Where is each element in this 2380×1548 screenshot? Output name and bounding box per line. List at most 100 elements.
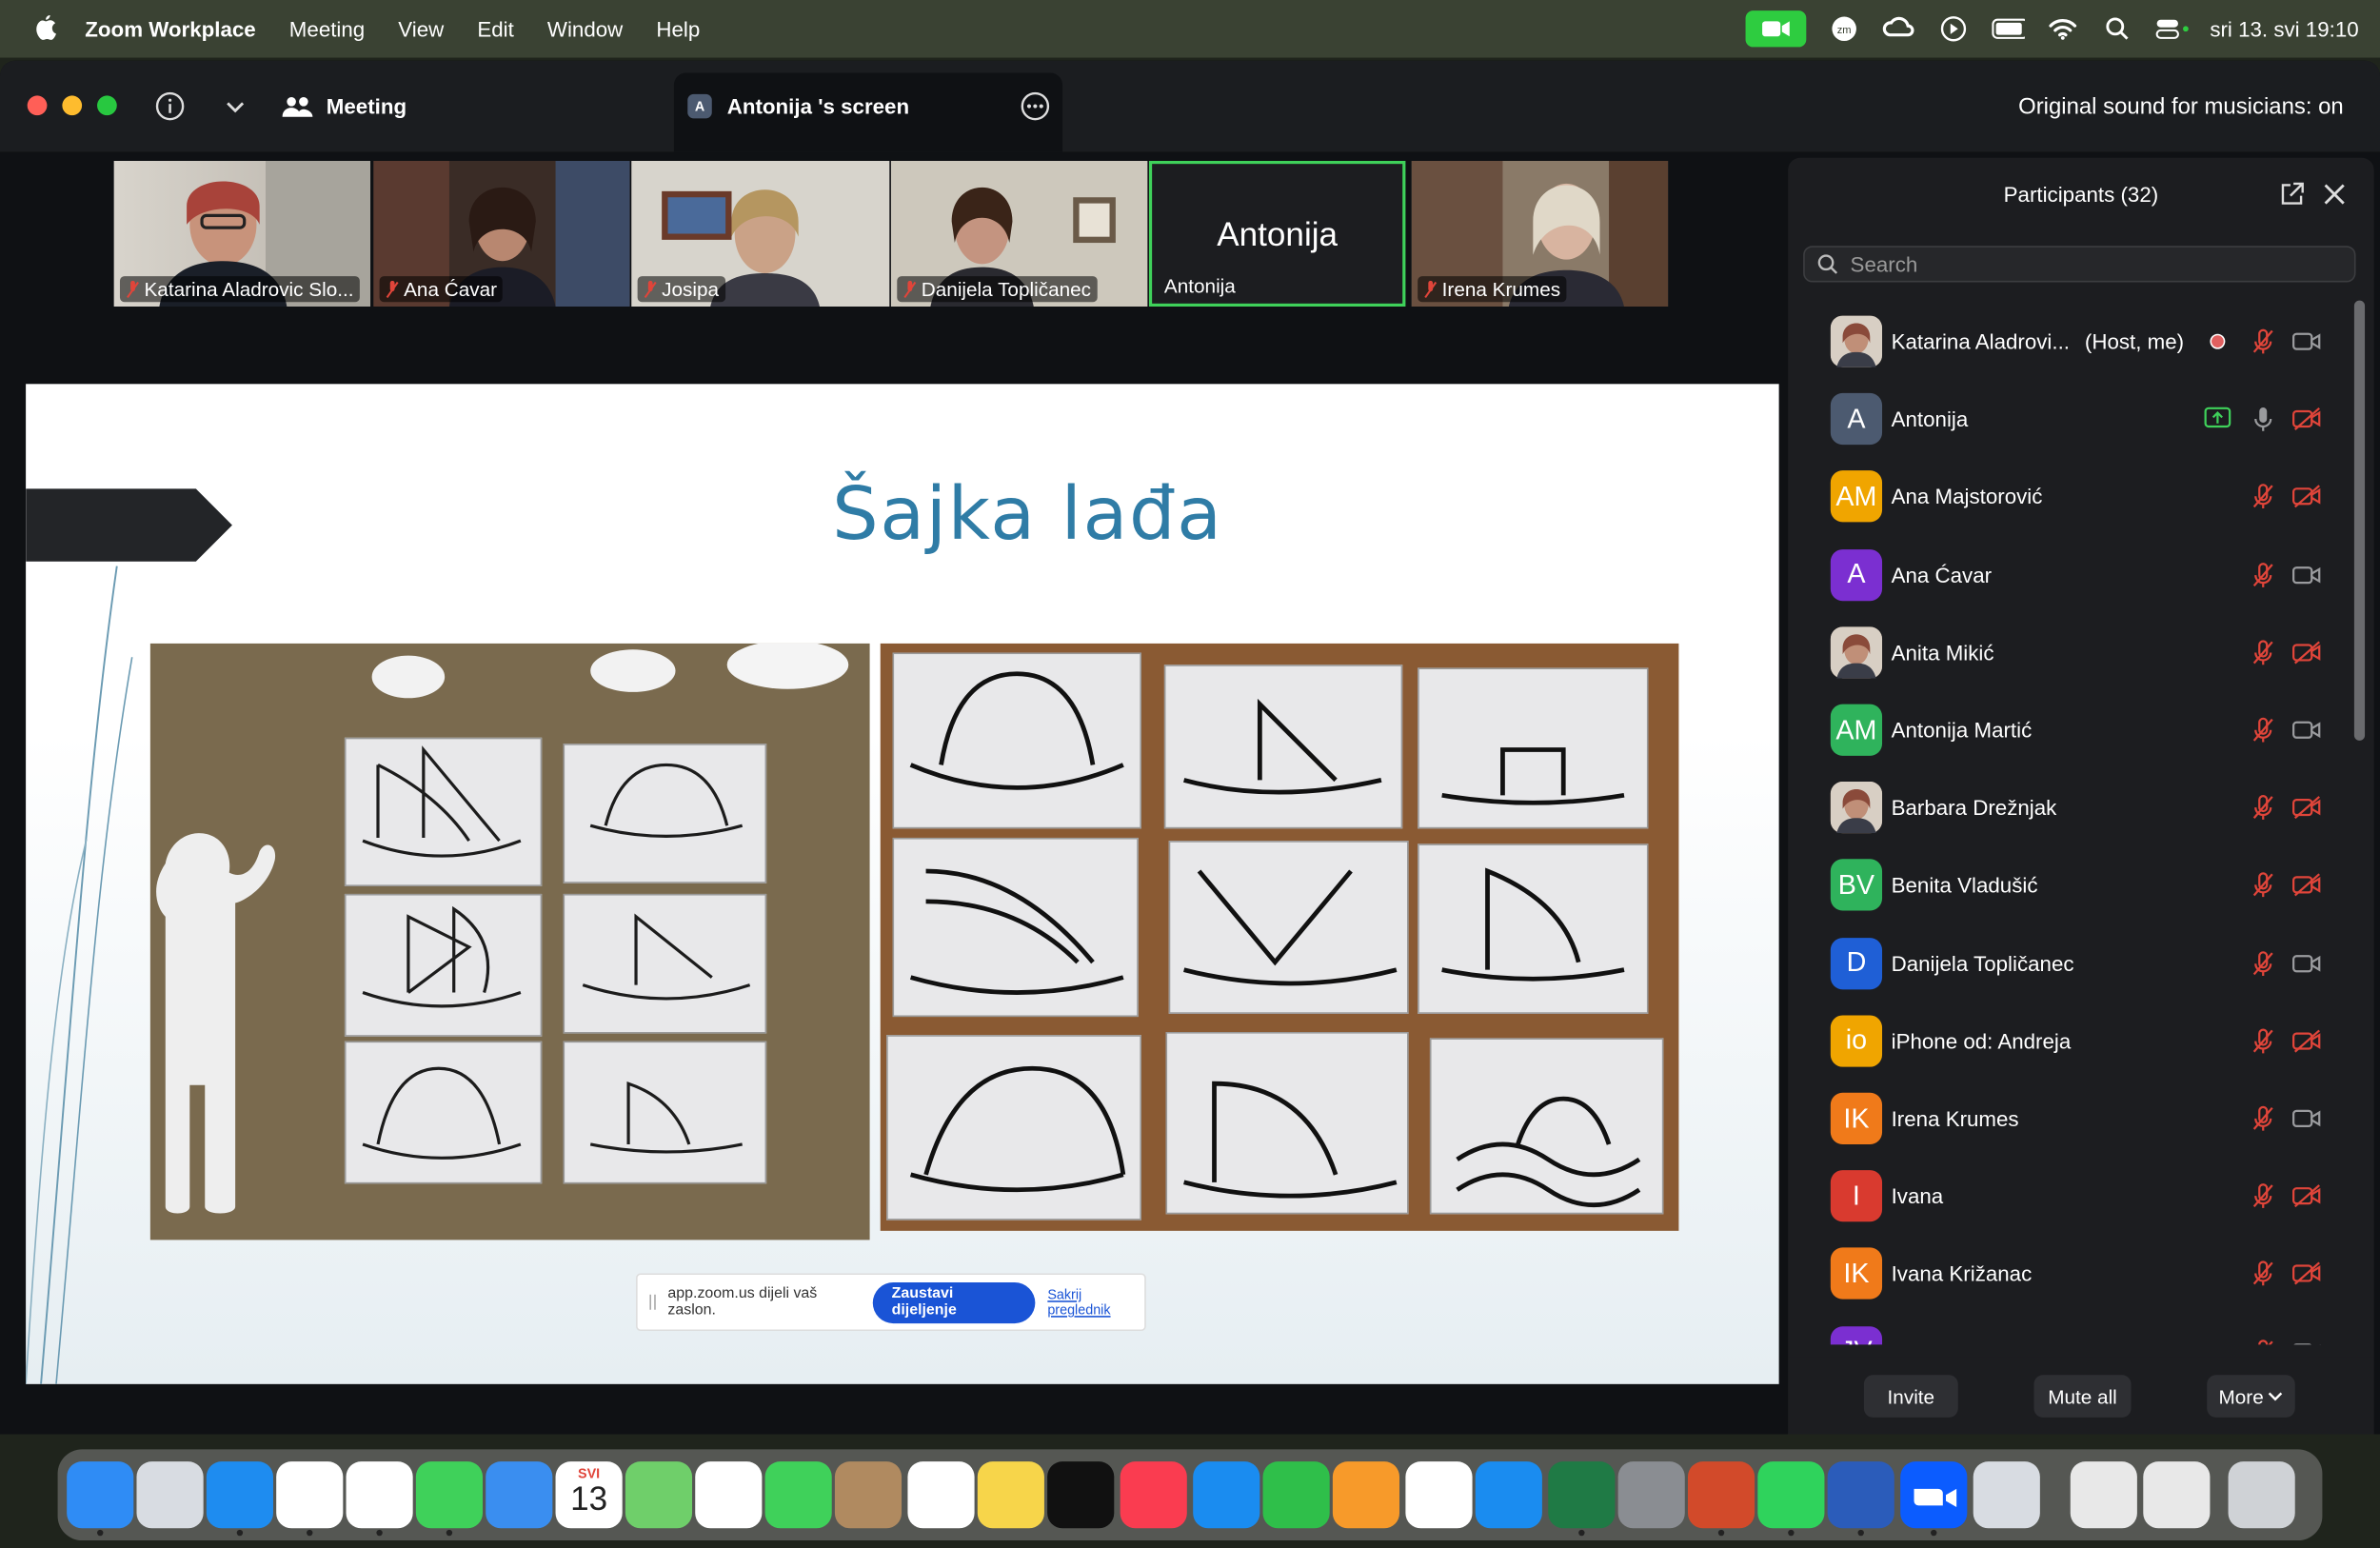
contacts-app-icon[interactable]	[834, 1461, 902, 1529]
video-tile[interactable]: Katarina Aladrovic Slo...	[113, 160, 371, 308]
video-camera-icon[interactable]	[2292, 949, 2321, 977]
video-off-icon[interactable]	[2292, 484, 2321, 511]
hide-browser-link[interactable]: Sakrij preglednik	[1047, 1287, 1144, 1318]
invite-button[interactable]: Invite	[1863, 1375, 1958, 1418]
video-camera-icon[interactable]	[2292, 1338, 2321, 1345]
trash-app-icon[interactable]	[2228, 1461, 2295, 1529]
notes-app-icon[interactable]	[977, 1461, 1044, 1529]
menu-view[interactable]: View	[398, 17, 444, 42]
meeting-info-icon[interactable]	[155, 88, 186, 124]
mute-all-button[interactable]: Mute all	[2033, 1375, 2132, 1418]
spotlight-search-icon[interactable]	[2101, 17, 2134, 42]
window1-app-icon[interactable]	[2070, 1461, 2137, 1529]
participant-row[interactable]: io iPhone od: Andreja	[1830, 1010, 2331, 1071]
video-tile[interactable]: Irena Krumes	[1411, 160, 1669, 308]
pages-app-icon[interactable]	[1332, 1461, 1400, 1529]
muted-mic-icon[interactable]	[2250, 1182, 2277, 1210]
video-camera-icon[interactable]	[2292, 327, 2321, 355]
zoom-menu-icon[interactable]: zm	[1828, 16, 1861, 42]
participant-row[interactable]: Barbara Drežnjak	[1830, 777, 2331, 838]
numbers-app-icon[interactable]	[1262, 1461, 1330, 1529]
muted-mic-icon[interactable]	[2250, 1105, 2277, 1133]
participant-row[interactable]: Anita Mikić	[1830, 622, 2331, 683]
participant-row[interactable]: D Danijela Topličanec	[1830, 933, 2331, 994]
participants-scrollbar[interactable]	[2353, 300, 2366, 741]
close-window-button[interactable]	[27, 95, 48, 116]
participant-row[interactable]: Katarina Aladrovi... (Host, me)	[1830, 311, 2331, 372]
zoom-app-icon[interactable]	[1900, 1461, 1968, 1529]
participant-search-input[interactable]: Search	[1803, 246, 2356, 283]
video-tile[interactable]: Danijela Topličanec	[890, 160, 1148, 308]
menubar-clock[interactable]: sri 13. svi 19:10	[2210, 17, 2358, 42]
menu-help[interactable]: Help	[656, 17, 700, 42]
app-name-menu[interactable]: Zoom Workplace	[85, 17, 255, 42]
excel-app-icon[interactable]	[1548, 1461, 1616, 1529]
appletv-app-icon[interactable]	[1047, 1461, 1115, 1529]
photos-app-icon[interactable]	[695, 1461, 763, 1529]
video-off-icon[interactable]	[2292, 1182, 2321, 1210]
apple-icon[interactable]	[33, 14, 58, 43]
meeting-view-button[interactable]: Meeting	[282, 88, 407, 124]
zoom-video-status-icon[interactable]	[1745, 10, 1807, 48]
video-off-icon[interactable]	[2292, 1260, 2321, 1288]
stop-sharing-button[interactable]: Zaustavi dijeljenje	[873, 1281, 1036, 1323]
calendar-app-icon[interactable]: SVI 13	[555, 1461, 623, 1529]
close-icon[interactable]	[2322, 182, 2347, 207]
minimize-window-button[interactable]	[62, 95, 83, 116]
whatsapp-app-icon[interactable]	[1757, 1461, 1825, 1529]
preview-app-icon[interactable]	[1973, 1461, 2040, 1529]
window2-app-icon[interactable]	[2143, 1461, 2211, 1529]
maps-app-icon[interactable]	[625, 1461, 693, 1529]
control-center-icon[interactable]	[2155, 17, 2189, 42]
video-off-icon[interactable]	[2292, 1027, 2321, 1055]
muted-mic-icon[interactable]	[2250, 716, 2277, 744]
messages-app-icon[interactable]	[415, 1461, 484, 1529]
video-tile[interactable]: Josipa	[631, 160, 890, 308]
fullscreen-window-button[interactable]	[97, 95, 117, 116]
muted-mic-icon[interactable]	[2250, 639, 2277, 666]
participant-row[interactable]: A Ana Ćavar	[1830, 545, 2331, 605]
zotero-app-icon[interactable]	[346, 1461, 413, 1529]
muted-mic-icon[interactable]	[2250, 561, 2277, 588]
video-camera-icon[interactable]	[2292, 1105, 2321, 1133]
shared-screen-tab-label[interactable]: A Antonija 's screen	[687, 88, 909, 124]
menu-edit[interactable]: Edit	[477, 17, 513, 42]
muted-mic-icon[interactable]	[2250, 949, 2277, 977]
safari-app-icon[interactable]	[206, 1461, 273, 1529]
participant-row[interactable]: AM Antonija Martić	[1830, 700, 2331, 761]
facetime-app-icon[interactable]	[764, 1461, 832, 1529]
video-off-icon[interactable]	[2292, 406, 2321, 433]
appstore-app-icon[interactable]	[1475, 1461, 1542, 1529]
chevron-down-icon[interactable]	[225, 88, 246, 124]
video-off-icon[interactable]	[2292, 872, 2321, 900]
video-tile-active-speaker[interactable]: Antonija Antonija	[1148, 160, 1406, 308]
participant-row[interactable]: IK Irena Krumes	[1830, 1088, 2331, 1149]
keynote-app-icon[interactable]	[1193, 1461, 1260, 1529]
chrome-app-icon[interactable]	[276, 1461, 344, 1529]
original-sound-status[interactable]: Original sound for musicians: on	[2018, 88, 2344, 124]
participant-row[interactable]: A Antonija	[1830, 388, 2331, 449]
participant-row[interactable]: IK Ivana Križanac	[1830, 1243, 2331, 1304]
muted-mic-icon[interactable]	[2250, 484, 2277, 511]
muted-mic-icon[interactable]	[2250, 872, 2277, 900]
battery-icon[interactable]	[1992, 17, 2025, 42]
settings-app-icon[interactable]	[1617, 1461, 1685, 1529]
video-off-icon[interactable]	[2292, 639, 2321, 666]
muted-mic-icon[interactable]	[2250, 794, 2277, 822]
muted-mic-icon[interactable]	[2250, 1338, 2277, 1345]
participant-row[interactable]: AM Ana Majstorović	[1830, 466, 2331, 527]
mail-app-icon[interactable]	[486, 1461, 553, 1529]
mic-icon[interactable]	[2250, 406, 2277, 433]
video-camera-icon[interactable]	[2292, 716, 2321, 744]
menu-meeting[interactable]: Meeting	[289, 17, 365, 42]
wifi-icon[interactable]	[2046, 17, 2079, 42]
participant-row[interactable]: BV Benita Vladušić	[1830, 855, 2331, 916]
play-icon[interactable]	[1936, 16, 1970, 42]
more-options-icon[interactable]	[1020, 88, 1050, 124]
more-button[interactable]: More	[2207, 1375, 2295, 1418]
participant-row[interactable]: I Ivana	[1830, 1166, 2331, 1227]
participant-row[interactable]: JV Jasenka Veseleki	[1830, 1321, 2331, 1345]
video-tile[interactable]: Ana Ćavar	[373, 160, 630, 308]
muted-mic-icon[interactable]	[2250, 1027, 2277, 1055]
menu-window[interactable]: Window	[547, 17, 623, 42]
